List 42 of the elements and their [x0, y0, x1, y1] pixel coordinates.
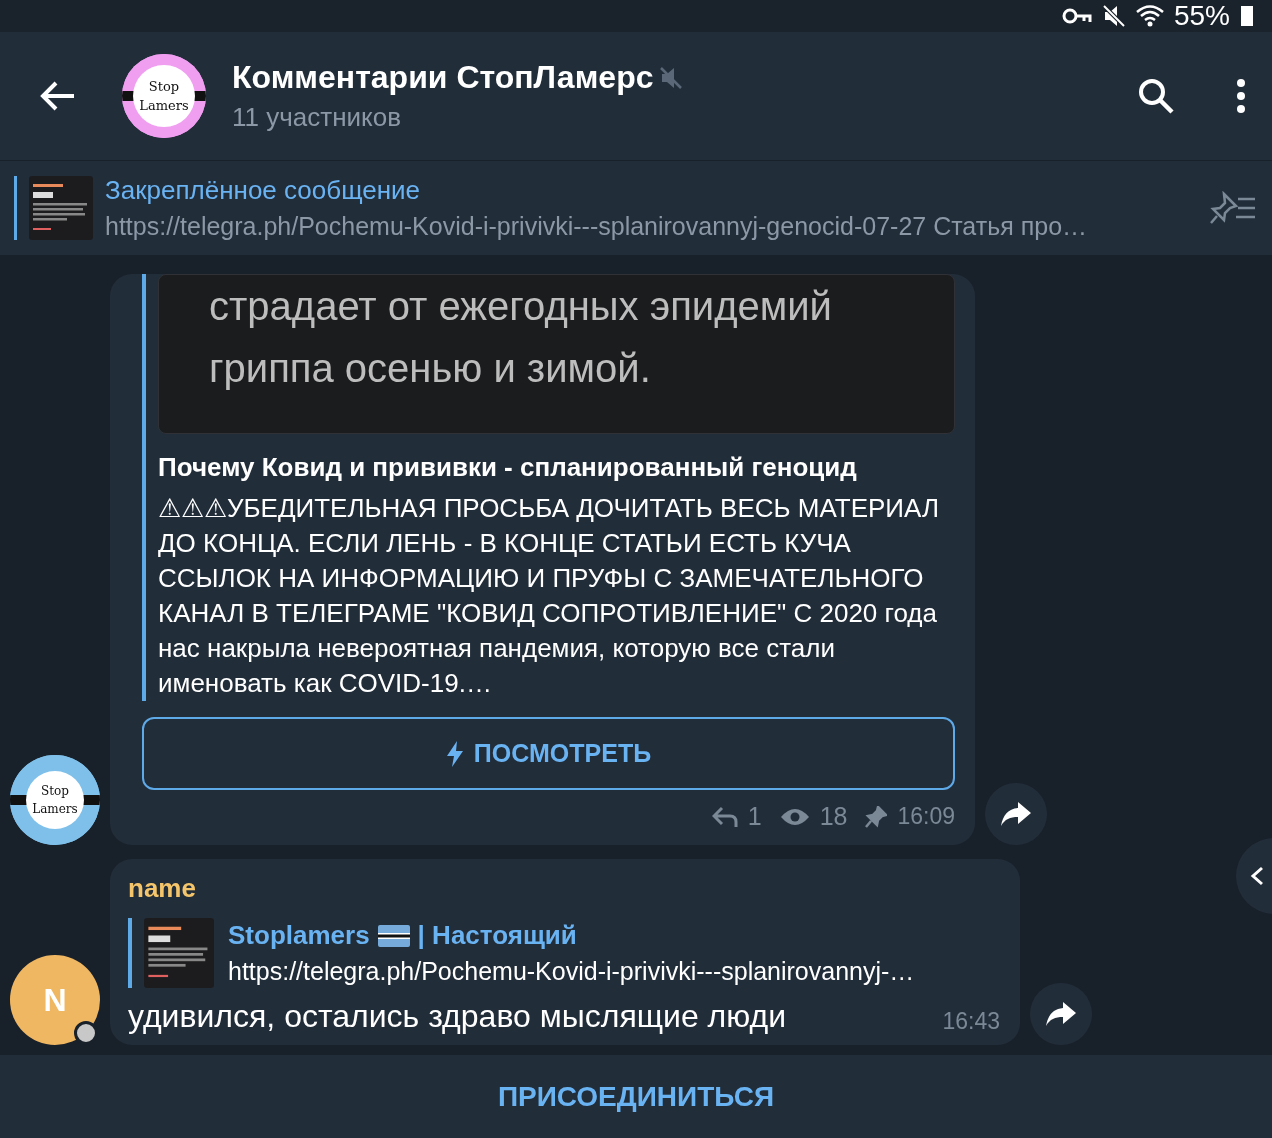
link-title: Почему Ковид и прививки - спланированный геноцид: [158, 452, 858, 483]
eye-icon: [779, 806, 810, 827]
logo-text: Stop Lamers: [133, 65, 195, 127]
battery-icon: [1240, 5, 1254, 27]
logo-text: Stop Lamers: [26, 771, 84, 829]
battery-level: 55%: [1173, 2, 1230, 30]
pinned-text: https://telegra.ph/Pochemu-Kovid-i-privivki---splanirovannyj-genocid-07-27 Статья про…: [105, 212, 1089, 241]
member-count: 11 участников: [232, 102, 402, 133]
reply-preview[interactable]: Stoplamers | Настоящий https://telegra.ph/Pochemu-Kovid-i-privivki---splanirovannyj-…: [128, 918, 1000, 988]
more-icon: [1236, 79, 1246, 113]
reply-title: Stoplamers: [228, 920, 370, 951]
view-count: 18: [819, 802, 848, 831]
channel-avatar[interactable]: Stop Lamers: [10, 755, 100, 845]
pinned-title: Закреплённое сообщение: [105, 175, 422, 206]
join-button[interactable]: ПРИСОЕДИНИТЬСЯ: [491, 1079, 781, 1114]
pin-list-icon: [1210, 191, 1256, 225]
reply-text: https://telegra.ph/Pochemu-Kovid-i-privivki---splanirovannyj-…: [228, 957, 915, 986]
message-text: удивился, остались здраво мыслящие люди: [128, 998, 787, 1035]
view-button[interactable]: ПОСМОТРЕТЬ: [142, 717, 955, 790]
image-text: страдает от ежегодных эпидемий: [209, 283, 833, 330]
group-avatar[interactable]: Stop Lamers: [122, 54, 206, 138]
message-time: 16:09: [897, 803, 955, 830]
key-icon: [1061, 7, 1092, 25]
image-text: гриппа осенью и зимой.: [209, 345, 652, 392]
avatar-letter: N: [43, 981, 67, 1019]
chevron-icon: [1250, 866, 1264, 886]
mute-icon: [1101, 4, 1126, 28]
reply-title: | Настоящий: [417, 920, 577, 951]
lightning-icon: [445, 740, 464, 767]
share-icon: [1045, 1000, 1077, 1028]
back-arrow-icon: [40, 81, 76, 111]
search-icon: [1138, 78, 1174, 114]
author-name: name: [128, 873, 197, 904]
share-icon: [1000, 800, 1032, 828]
reply-icon: [711, 805, 738, 828]
reply-count: 1: [747, 802, 762, 831]
chat-title: Комментарии СтопЛамерс: [232, 59, 654, 96]
wifi-icon: [1135, 5, 1164, 27]
message-time: 16:43: [942, 1008, 1000, 1035]
pinned-message-bar[interactable]: Закреплённое сообщение https://telegra.ph/Pochemu-Kovid-i-privivki---splanirovannyj-genocid-07-27 Статья про…: [0, 160, 1272, 255]
link-description: ⚠⚠⚠УБЕДИТЕЛЬНАЯ ПРОСЬБА ДОЧИТАТЬ ВЕСЬ МАТЕРИАЛ ДО КОНЦА. ЕСЛИ ЛЕНЬ - В КОНЦЕ СТАТЬИ ЕСТЬ КУЧА ССЫЛОК НА ИНФОРМАЦИЮ И ПРУФЫ С ЗАМЕЧАТЕЛЬНОГО КАНАЛ В ТЕЛЕГРАМЕ "КОВИД СОПРОТИВЛЕНИЕ" С 2020 года нас накрыла невероятная пандемия, которую все стали именовать как COVID-19.…: [158, 492, 940, 700]
flag-icon: [377, 924, 410, 947]
